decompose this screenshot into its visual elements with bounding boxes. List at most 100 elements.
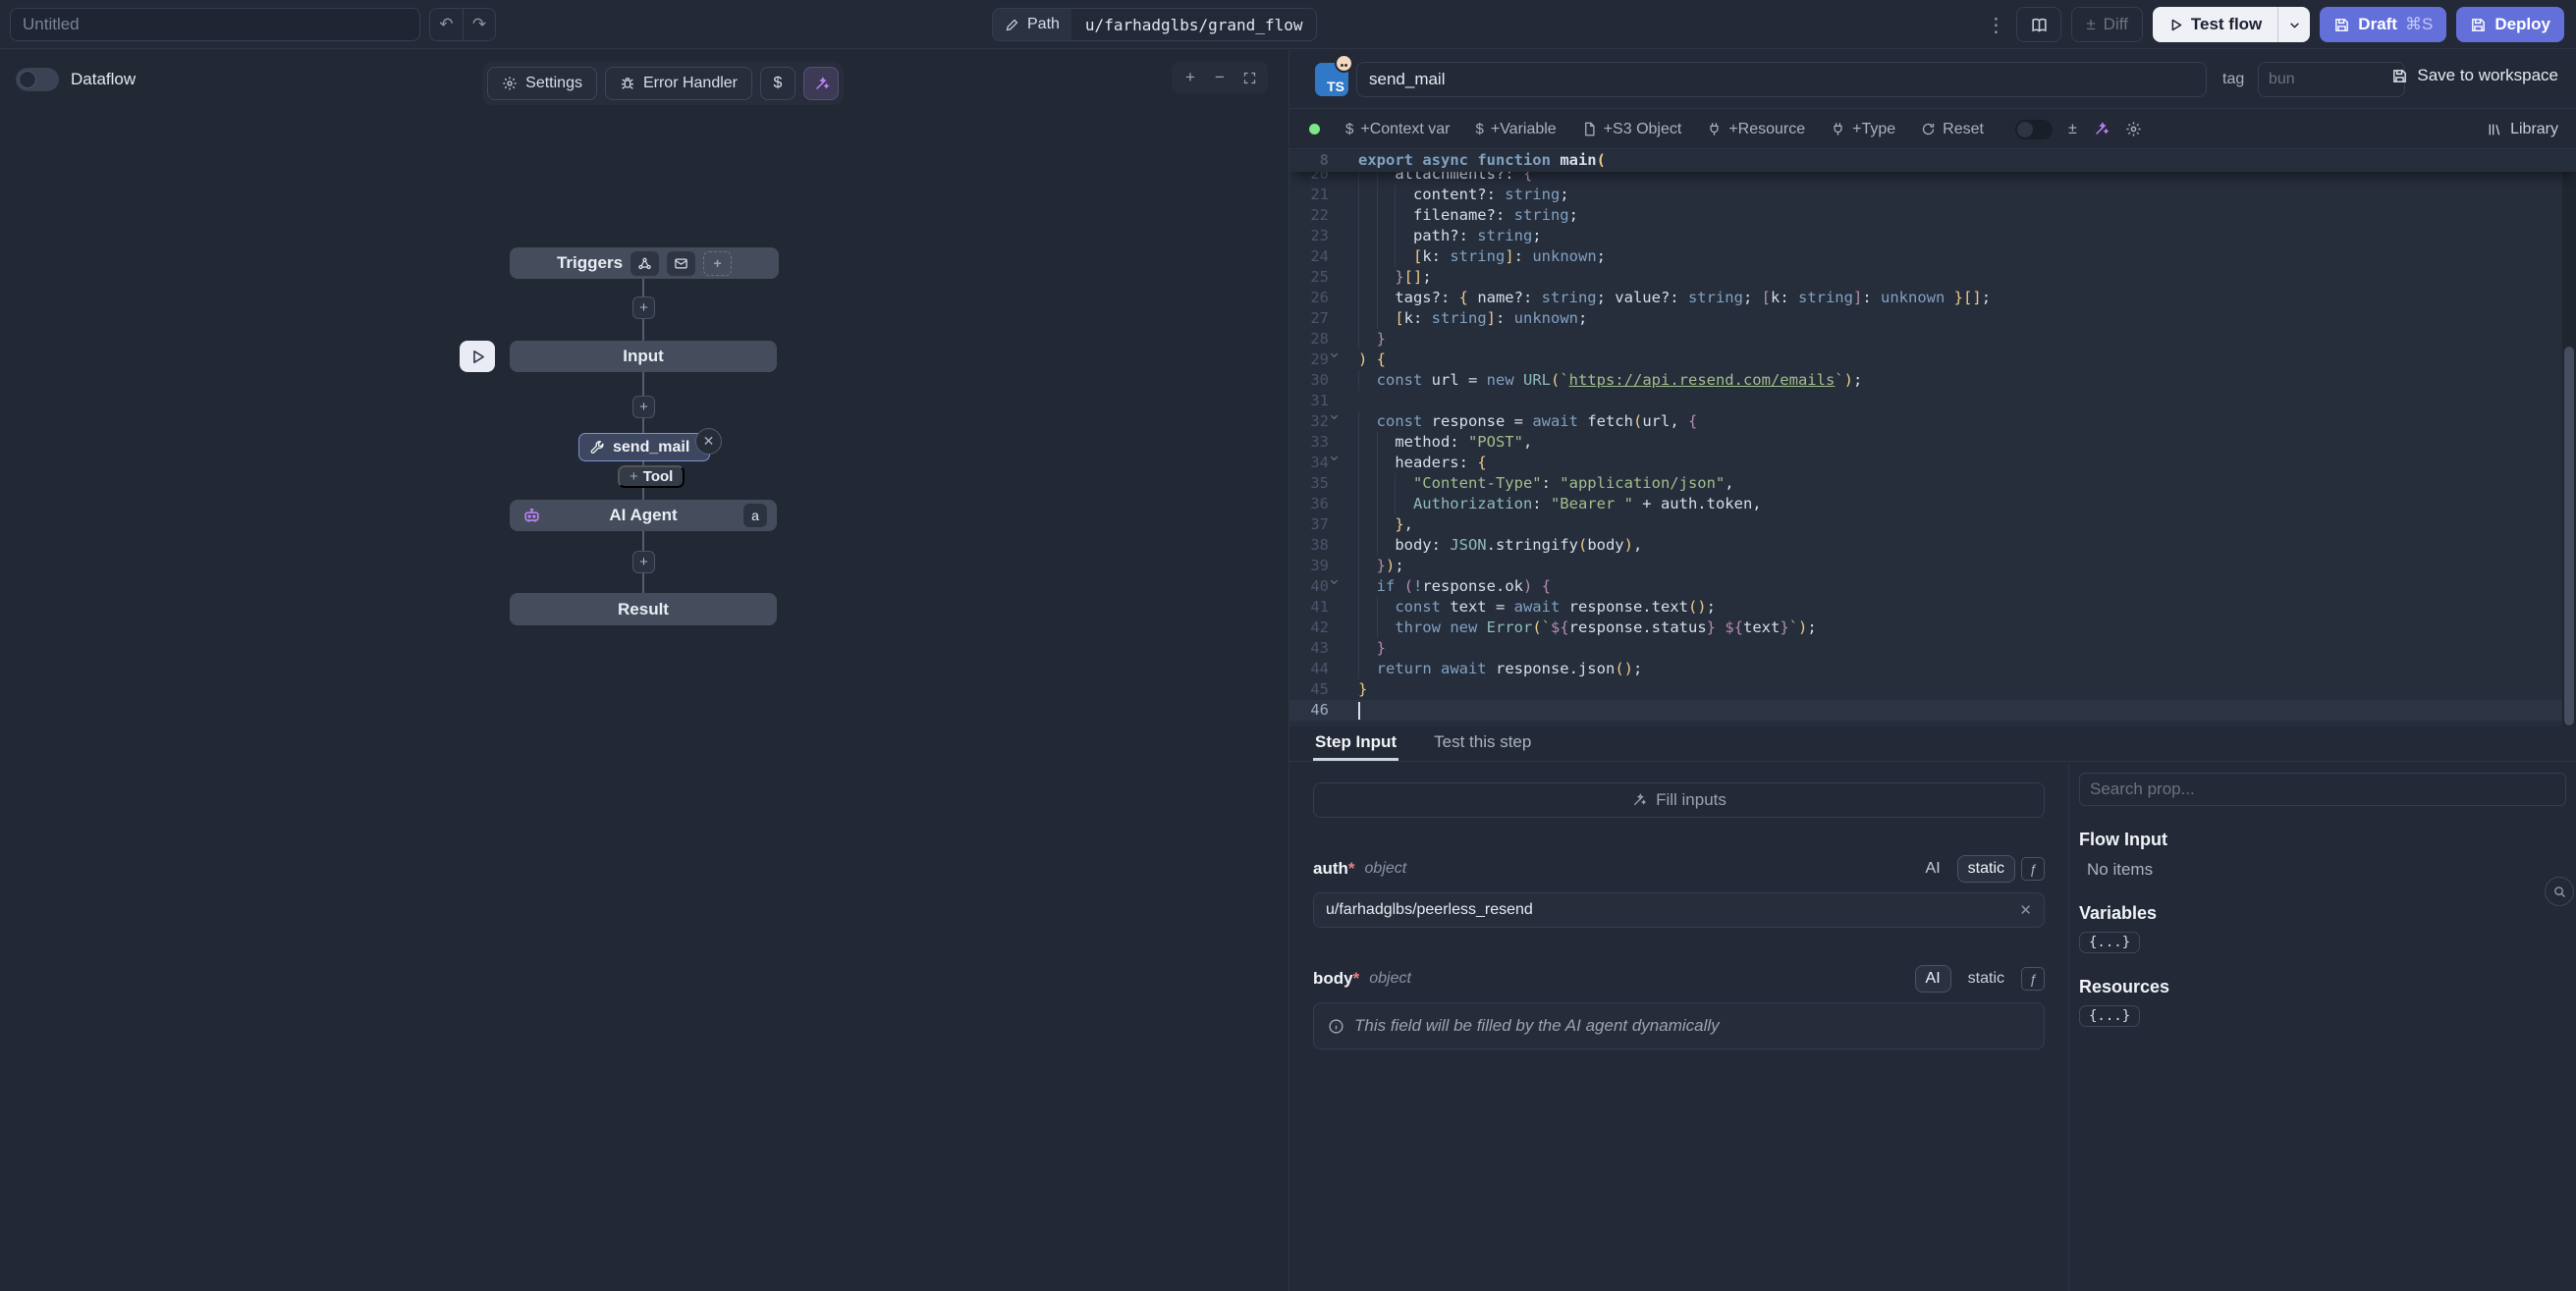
insert-step-button[interactable]: + xyxy=(632,551,655,573)
body-expression-button[interactable]: ƒ xyxy=(2021,967,2045,991)
insert-step-button[interactable]: + xyxy=(632,396,655,418)
flow-canvas[interactable]: Dataflow Settings Error Handler $ xyxy=(0,50,1288,1291)
fold-chevron-icon xyxy=(1329,473,1358,494)
code-line[interactable]: 44return await response.json(); xyxy=(1289,659,2576,679)
tag-input[interactable] xyxy=(2258,62,2405,97)
clear-auth-button[interactable]: ✕ xyxy=(2019,901,2032,919)
code-line[interactable]: 34headers: { xyxy=(1289,453,2576,473)
diff-mode-button[interactable]: ± xyxy=(2068,121,2077,138)
code-line[interactable]: 38body: JSON.stringify(body), xyxy=(1289,535,2576,556)
assistant-toggle[interactable] xyxy=(2015,120,2053,139)
editor-scrollbar[interactable] xyxy=(2562,150,2576,726)
line-number: 27 xyxy=(1289,308,1329,329)
auth-mode-static-button[interactable]: static xyxy=(1957,855,2015,883)
toolbar-item--context-var[interactable]: $+Context var xyxy=(1345,121,1451,138)
code-line[interactable]: 31 xyxy=(1289,391,2576,411)
remove-step-button[interactable]: ✕ xyxy=(695,428,722,455)
toolbar-item--type[interactable]: +Type xyxy=(1831,121,1895,138)
email-trigger-icon[interactable] xyxy=(667,251,695,276)
path-field[interactable]: Path u/farhadglbs/grand_flow xyxy=(992,8,1317,41)
toolbar-item-reset[interactable]: Reset xyxy=(1921,121,1984,138)
code-line[interactable]: 37}, xyxy=(1289,514,2576,535)
ai-wand-button[interactable] xyxy=(2093,121,2110,137)
toolbar-item--variable[interactable]: $+Variable xyxy=(1476,121,1557,138)
test-flow-dropdown-button[interactable] xyxy=(2277,7,2310,42)
code-line[interactable]: 36Authorization: "Bearer " + auth.token, xyxy=(1289,494,2576,514)
body-mode-ai-button[interactable]: AI xyxy=(1915,965,1951,993)
code-line[interactable]: 46 xyxy=(1289,700,2576,721)
body-mode-static-button[interactable]: static xyxy=(1957,965,2015,993)
code-line[interactable]: 39}); xyxy=(1289,556,2576,576)
run-input-button[interactable] xyxy=(460,341,495,372)
tab-step-input[interactable]: Step Input xyxy=(1313,732,1398,761)
docs-button[interactable] xyxy=(2016,7,2061,42)
diff-button[interactable]: ± Diff xyxy=(2071,7,2143,42)
more-menu-button[interactable]: ⋮ xyxy=(1985,13,2006,37)
code-line[interactable]: 32const response = await fetch(url, { xyxy=(1289,411,2576,432)
webhook-trigger-icon[interactable] xyxy=(630,251,659,276)
auth-expression-button[interactable]: ƒ xyxy=(2021,857,2045,881)
code-line[interactable]: 40if (!response.ok) { xyxy=(1289,576,2576,597)
code-line[interactable]: 25}[]; xyxy=(1289,267,2576,288)
prop-search-input[interactable] xyxy=(2079,773,2566,806)
context-var-button[interactable]: $ xyxy=(760,67,795,100)
code-line[interactable]: 22filename?: string; xyxy=(1289,205,2576,226)
code-line[interactable]: 41const text = await response.text(); xyxy=(1289,597,2576,618)
tab-test-this-step[interactable]: Test this step xyxy=(1432,732,1533,761)
code-line[interactable]: 33method: "POST", xyxy=(1289,432,2576,453)
toolbar-item--s3-object[interactable]: +S3 Object xyxy=(1582,121,1682,138)
undo-button[interactable]: ↶ xyxy=(430,9,463,40)
result-node[interactable]: Result xyxy=(510,593,777,625)
deploy-button[interactable]: Deploy xyxy=(2456,7,2564,42)
code-line[interactable]: 35"Content-Type": "application/json", xyxy=(1289,473,2576,494)
zoom-out-button[interactable]: − xyxy=(1207,66,1233,89)
code-line[interactable]: 42throw new Error(`${response.status} ${… xyxy=(1289,618,2576,638)
draft-button[interactable]: Draft ⌘S xyxy=(2320,7,2446,42)
send-mail-node[interactable]: send_mail xyxy=(578,433,710,461)
code-line[interactable]: 28} xyxy=(1289,329,2576,350)
input-node[interactable]: Input xyxy=(510,341,777,372)
code-line[interactable]: 24[k: string]: unknown; xyxy=(1289,246,2576,267)
code-line[interactable]: 27[k: string]: unknown; xyxy=(1289,308,2576,329)
ai-agent-node[interactable]: AI Agent a xyxy=(510,500,777,531)
fold-chevron-icon[interactable] xyxy=(1329,453,1358,473)
flow-name-input[interactable] xyxy=(10,8,420,41)
fold-chevron-icon xyxy=(1329,618,1358,638)
step-name-input[interactable] xyxy=(1356,62,2207,97)
code-editor[interactable]: 20attachments?: {21content?: string;22fi… xyxy=(1289,150,2576,726)
code-line[interactable]: 26tags?: { name?: string; value?: string… xyxy=(1289,288,2576,308)
fill-inputs-button[interactable]: Fill inputs xyxy=(1313,782,2045,818)
add-trigger-button[interactable]: + xyxy=(703,251,732,276)
code-line[interactable]: 30const url = new URL(`https://api.resen… xyxy=(1289,370,2576,391)
auth-resource-input[interactable]: u/farhadglbs/peerless_resend ✕ xyxy=(1313,892,2045,928)
fold-chevron-icon[interactable] xyxy=(1329,411,1358,432)
test-flow-button[interactable]: Test flow xyxy=(2153,7,2277,42)
code-line[interactable]: 21content?: string; xyxy=(1289,185,2576,205)
scrollbar-thumb[interactable] xyxy=(2564,347,2574,726)
code-line[interactable]: 29) { xyxy=(1289,350,2576,370)
code-line[interactable]: 45} xyxy=(1289,679,2576,700)
insert-step-button[interactable]: + xyxy=(632,296,655,319)
fold-chevron-icon[interactable] xyxy=(1329,350,1358,370)
settings-button[interactable]: Settings xyxy=(487,67,597,100)
prop-object-chip[interactable]: {...} xyxy=(2079,1005,2140,1027)
toolbar-item--resource[interactable]: +Resource xyxy=(1707,121,1805,138)
auth-mode-ai-button[interactable]: AI xyxy=(1915,855,1951,883)
code-line[interactable]: 8export async function main( xyxy=(1289,150,2576,171)
save-to-workspace-button[interactable]: Save to workspace xyxy=(2391,66,2558,85)
add-tool-button[interactable]: + Tool xyxy=(618,465,685,488)
editor-settings-button[interactable] xyxy=(2125,121,2142,137)
fold-chevron-icon[interactable] xyxy=(1329,576,1358,597)
prop-object-chip[interactable]: {...} xyxy=(2079,932,2140,953)
library-button[interactable]: Library xyxy=(2487,121,2558,138)
triggers-node[interactable]: Triggers + xyxy=(510,247,779,279)
redo-button[interactable]: ↷ xyxy=(463,9,495,40)
zoom-in-button[interactable]: + xyxy=(1178,66,1203,89)
code-line[interactable]: 23path?: string; xyxy=(1289,226,2576,246)
code-line[interactable]: 43} xyxy=(1289,638,2576,659)
ai-wand-button[interactable] xyxy=(803,67,839,100)
dataflow-toggle[interactable] xyxy=(16,68,59,91)
fit-view-button[interactable] xyxy=(1236,66,1262,89)
search-icon[interactable] xyxy=(2545,877,2574,906)
error-handler-button[interactable]: Error Handler xyxy=(605,67,752,100)
